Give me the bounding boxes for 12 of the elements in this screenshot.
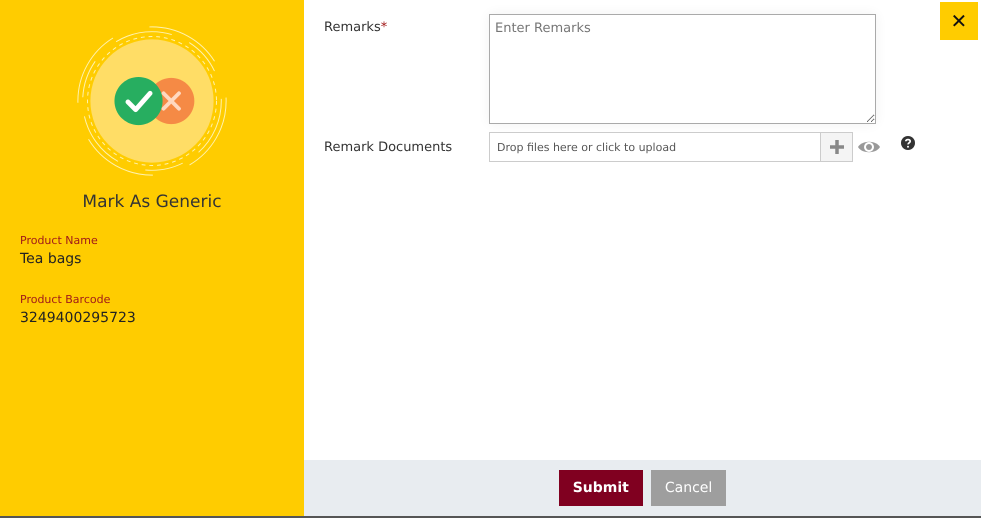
submit-button[interactable]: Submit <box>558 470 643 506</box>
close-button[interactable]: ✕ <box>940 2 978 40</box>
eye-icon[interactable] <box>857 139 881 155</box>
detail-label: Product Barcode <box>20 293 112 306</box>
field-label: Remarks* <box>324 19 388 35</box>
detail-value: 3249400295723 <box>20 310 137 326</box>
remarks-field[interactable]: Enter Remarks <box>489 14 876 124</box>
dialog-title: Mark As Generic <box>82 192 222 212</box>
detail-label: Product Name <box>20 234 99 247</box>
field-label: Remark Documents <box>324 140 454 154</box>
help-icon[interactable] <box>901 136 915 150</box>
detail-value: Tea bags <box>20 251 82 267</box>
